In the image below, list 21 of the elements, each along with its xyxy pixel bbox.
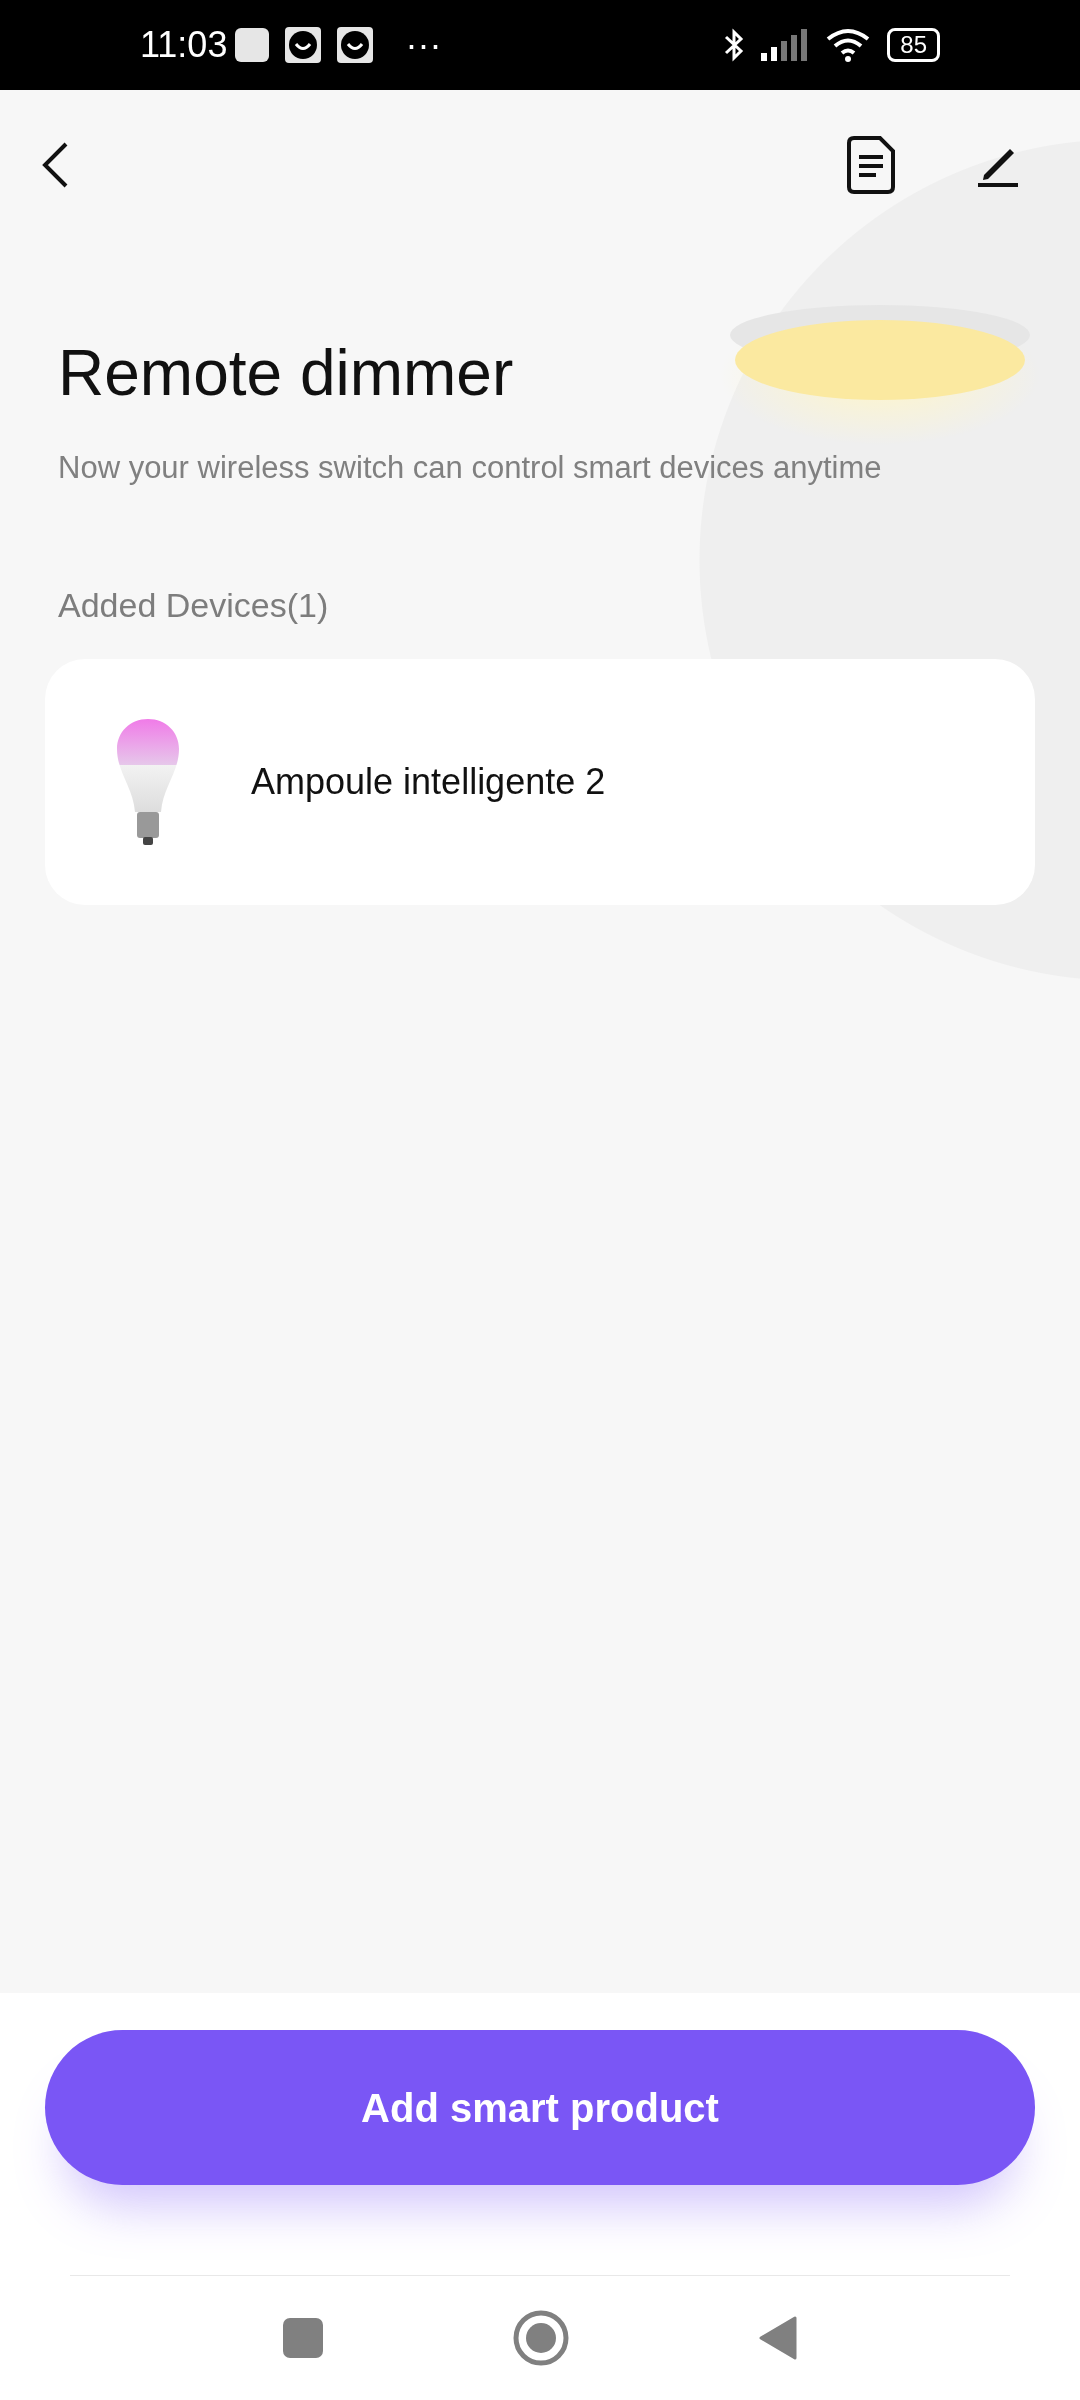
more-notifications: ···: [405, 23, 442, 67]
back-icon[interactable]: [40, 141, 70, 189]
home-icon[interactable]: [513, 2310, 569, 2366]
battery-indicator: 85: [887, 28, 940, 62]
wifi-icon: [825, 27, 872, 63]
device-card[interactable]: Ampoule intelligente 2: [45, 658, 1035, 905]
bluetooth-icon: [723, 27, 746, 63]
page-title: Remote dimmer: [58, 336, 514, 411]
page-subtitle: Now your wireless switch can control smart devices anytime: [57, 449, 883, 487]
section-label: Added Devices(1): [57, 584, 330, 626]
app-icon: [235, 28, 270, 62]
document-icon[interactable]: [846, 135, 896, 195]
back-nav-icon[interactable]: [759, 2315, 797, 2361]
add-smart-product-button[interactable]: Add smart product: [45, 2030, 1035, 2185]
smiley-icon: [285, 27, 322, 63]
signal-icon: [761, 29, 810, 61]
smiley-icon: [337, 27, 374, 63]
bulb-icon: [115, 716, 181, 847]
status-time: 11:03: [140, 23, 228, 67]
device-name: Ampoule intelligente 2: [251, 759, 606, 804]
recents-icon[interactable]: [283, 2318, 323, 2358]
